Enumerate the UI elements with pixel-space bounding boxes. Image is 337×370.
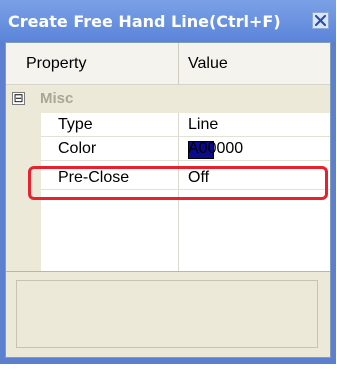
row-divider bbox=[178, 137, 179, 160]
close-icon bbox=[314, 14, 327, 27]
category-label: Misc bbox=[40, 90, 74, 107]
property-row-color[interactable]: Color A00000 bbox=[41, 137, 330, 161]
collapse-icon[interactable]: ⊟ bbox=[12, 92, 25, 105]
description-area bbox=[16, 280, 318, 348]
value-column-header[interactable]: Value bbox=[188, 43, 228, 84]
grid-header: Property Value bbox=[6, 43, 330, 85]
category-row-misc[interactable]: ⊟ Misc bbox=[6, 85, 330, 113]
property-name: Color bbox=[58, 140, 97, 157]
description-pane bbox=[6, 271, 330, 357]
property-row-type[interactable]: Type Line bbox=[41, 113, 330, 137]
title-bar[interactable]: Create Free Hand Line(Ctrl+F) bbox=[0, 0, 336, 42]
window-title: Create Free Hand Line(Ctrl+F) bbox=[8, 12, 281, 31]
row-divider bbox=[178, 113, 179, 136]
property-window: Create Free Hand Line(Ctrl+F) Property V… bbox=[0, 0, 336, 364]
property-value[interactable]: A00000 bbox=[188, 140, 243, 158]
property-value[interactable]: Line bbox=[188, 116, 218, 134]
highlight-box bbox=[28, 166, 328, 200]
property-column-header[interactable]: Property bbox=[26, 43, 86, 84]
property-name: Type bbox=[58, 116, 93, 133]
property-grid: Property Value ⊟ Misc Type Line Color A0… bbox=[5, 42, 331, 358]
column-divider[interactable] bbox=[178, 43, 179, 84]
close-button[interactable] bbox=[312, 12, 329, 29]
